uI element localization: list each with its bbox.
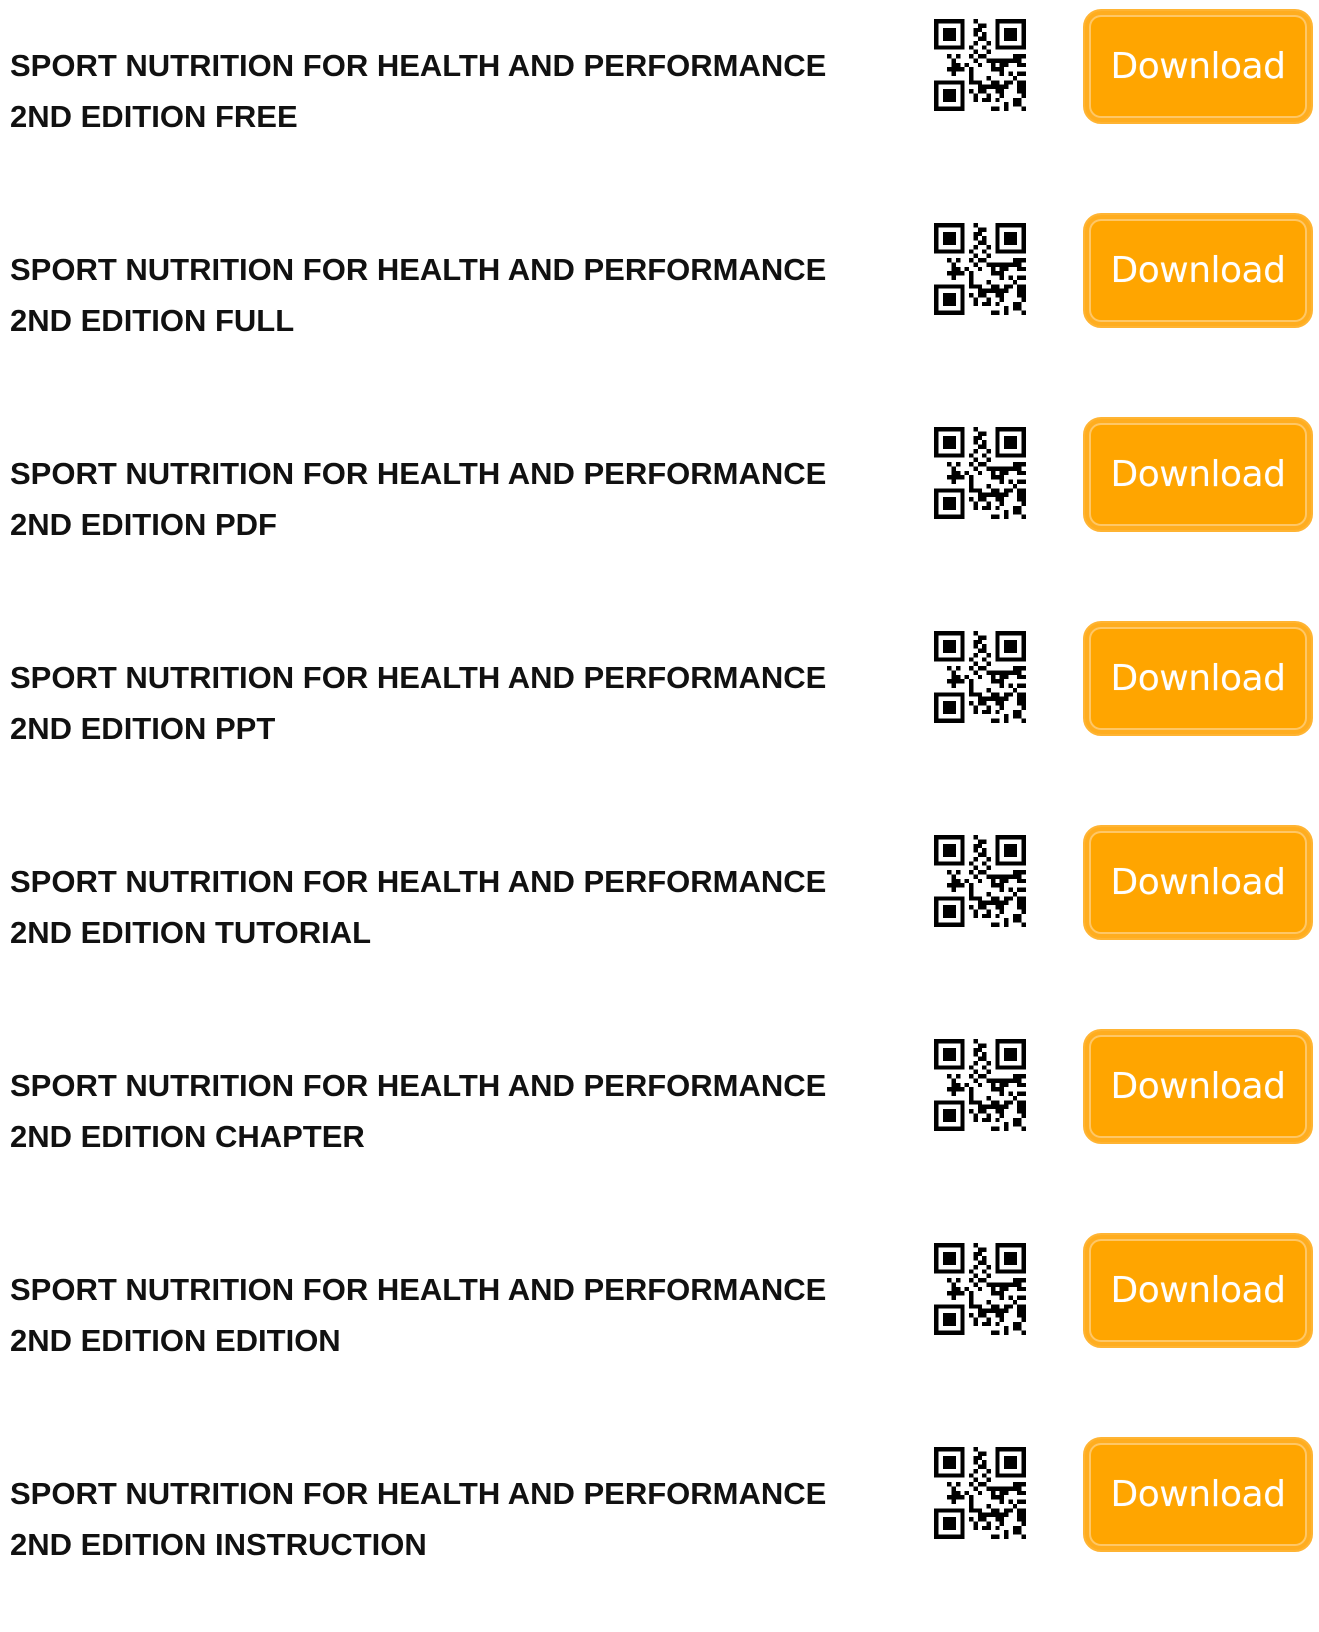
download-button-label: Download (1110, 1270, 1286, 1311)
item-title-line1: SPORT NUTRITION FOR HEALTH AND PERFORMAN… (10, 864, 827, 899)
list-item: SPORT NUTRITION FOR HEALTH AND PERFORMAN… (0, 1428, 1319, 1632)
item-title: SPORT NUTRITION FOR HEALTH AND PERFORMAN… (10, 856, 890, 958)
item-title-line1: SPORT NUTRITION FOR HEALTH AND PERFORMAN… (10, 660, 827, 695)
list-item: SPORT NUTRITION FOR HEALTH AND PERFORMAN… (0, 1224, 1319, 1428)
item-title: SPORT NUTRITION FOR HEALTH AND PERFORMAN… (10, 244, 890, 346)
list-item: SPORT NUTRITION FOR HEALTH AND PERFORMAN… (0, 0, 1319, 204)
item-title-line2: 2ND EDITION PPT (10, 711, 276, 746)
item-title-line2: 2ND EDITION CHAPTER (10, 1119, 365, 1154)
list-item: SPORT NUTRITION FOR HEALTH AND PERFORMAN… (0, 612, 1319, 816)
download-button-label: Download (1110, 1474, 1286, 1515)
list-item: SPORT NUTRITION FOR HEALTH AND PERFORMAN… (0, 816, 1319, 1020)
download-button-label: Download (1110, 46, 1286, 87)
qr-code-icon (934, 427, 1026, 519)
item-title-line2: 2ND EDITION INSTRUCTION (10, 1527, 427, 1562)
list-item: SPORT NUTRITION FOR HEALTH AND PERFORMAN… (0, 408, 1319, 612)
qr-code-icon (934, 1447, 1026, 1539)
download-button-label: Download (1110, 1066, 1286, 1107)
item-title: SPORT NUTRITION FOR HEALTH AND PERFORMAN… (10, 1060, 890, 1162)
qr-code-icon (934, 223, 1026, 315)
item-title: SPORT NUTRITION FOR HEALTH AND PERFORMAN… (10, 1264, 890, 1366)
item-title-line2: 2ND EDITION FULL (10, 303, 295, 338)
download-button-label: Download (1110, 454, 1286, 495)
download-button[interactable]: Download (1083, 417, 1313, 532)
item-title: SPORT NUTRITION FOR HEALTH AND PERFORMAN… (10, 40, 890, 142)
item-title-line1: SPORT NUTRITION FOR HEALTH AND PERFORMAN… (10, 252, 827, 287)
qr-code-icon (934, 1243, 1026, 1335)
download-button[interactable]: Download (1083, 1029, 1313, 1144)
qr-code-icon (934, 1039, 1026, 1131)
item-title: SPORT NUTRITION FOR HEALTH AND PERFORMAN… (10, 1468, 890, 1570)
download-button[interactable]: Download (1083, 1233, 1313, 1348)
qr-code-icon (934, 19, 1026, 111)
download-button[interactable]: Download (1083, 9, 1313, 124)
item-title-line2: 2ND EDITION TUTORIAL (10, 915, 372, 950)
item-title-line1: SPORT NUTRITION FOR HEALTH AND PERFORMAN… (10, 456, 827, 491)
download-button[interactable]: Download (1083, 825, 1313, 940)
item-title-line2: 2ND EDITION FREE (10, 99, 298, 134)
download-button-label: Download (1110, 658, 1286, 699)
item-title-line2: 2ND EDITION PDF (10, 507, 277, 542)
item-title: SPORT NUTRITION FOR HEALTH AND PERFORMAN… (10, 448, 890, 550)
list-item: SPORT NUTRITION FOR HEALTH AND PERFORMAN… (0, 1020, 1319, 1224)
download-list: SPORT NUTRITION FOR HEALTH AND PERFORMAN… (0, 0, 1319, 1632)
qr-code-icon (934, 835, 1026, 927)
item-title-line2: 2ND EDITION EDITION (10, 1323, 341, 1358)
download-button[interactable]: Download (1083, 1437, 1313, 1552)
list-item: SPORT NUTRITION FOR HEALTH AND PERFORMAN… (0, 204, 1319, 408)
item-title-line1: SPORT NUTRITION FOR HEALTH AND PERFORMAN… (10, 1068, 827, 1103)
item-title-line1: SPORT NUTRITION FOR HEALTH AND PERFORMAN… (10, 1476, 827, 1511)
download-button[interactable]: Download (1083, 621, 1313, 736)
download-button-label: Download (1110, 862, 1286, 903)
download-button[interactable]: Download (1083, 213, 1313, 328)
item-title-line1: SPORT NUTRITION FOR HEALTH AND PERFORMAN… (10, 1272, 827, 1307)
item-title: SPORT NUTRITION FOR HEALTH AND PERFORMAN… (10, 652, 890, 754)
download-button-label: Download (1110, 250, 1286, 291)
item-title-line1: SPORT NUTRITION FOR HEALTH AND PERFORMAN… (10, 48, 827, 83)
qr-code-icon (934, 631, 1026, 723)
